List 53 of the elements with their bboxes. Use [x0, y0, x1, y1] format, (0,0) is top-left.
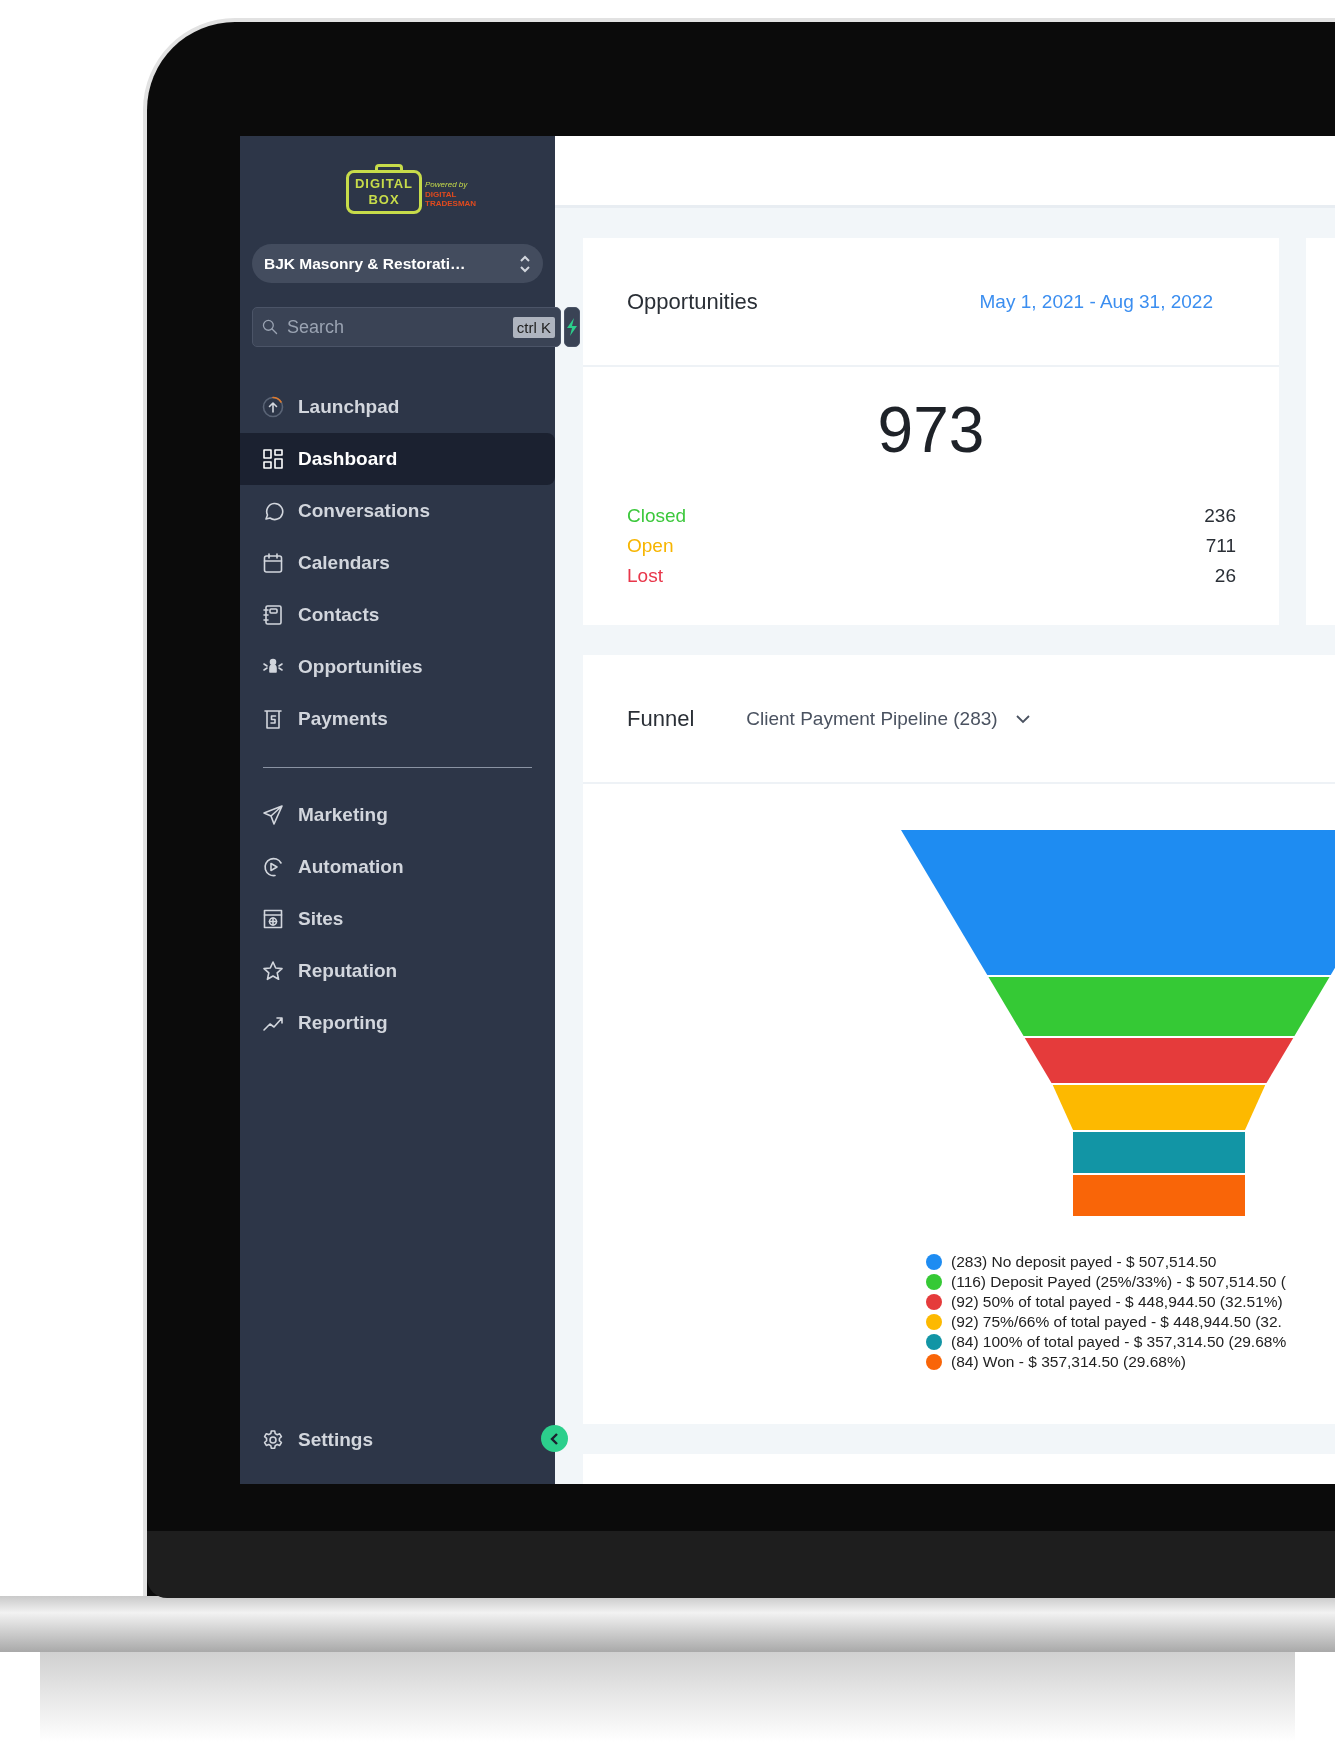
nav-item[interactable]: Calendars — [240, 537, 555, 589]
shortcut-hint: ctrl K — [512, 316, 555, 338]
logo-tagline: Powered by — [425, 180, 469, 190]
total-count: 973 — [876, 393, 986, 467]
nav-item[interactable]: Payments — [240, 693, 555, 745]
collapse-button[interactable] — [541, 1425, 568, 1453]
settings-icon — [262, 1429, 284, 1452]
chevron-left-icon — [549, 1431, 560, 1446]
calendar-icon — [262, 552, 284, 574]
search-field[interactable]: Search — [285, 315, 507, 339]
legend-label: (92) 75%/66% of total payed - $ 448,944.50 (32. — [951, 1312, 1282, 1332]
legend-label: (84) Won - $ 357,314.50 (29.68%) — [951, 1352, 1186, 1372]
nav-item[interactable]: Marketing — [240, 789, 555, 841]
nav-item[interactable]: Reporting — [240, 997, 555, 1049]
quick-action-button[interactable] — [564, 307, 580, 347]
status-label: Open — [627, 534, 674, 558]
grid-icon — [262, 448, 284, 470]
nav-item[interactable]: Automation — [240, 841, 555, 893]
nav-item[interactable]: Reputation — [240, 945, 555, 997]
status-label: Closed — [627, 504, 687, 528]
legend-label: (116) Deposit Payed (25%/33%) - $ 507,514.50 ( — [951, 1272, 1286, 1292]
legend-label: (283) No deposit payed - $ 507,514.50 — [951, 1252, 1217, 1272]
paper-plane-icon — [262, 804, 284, 826]
nav-item[interactable]: Opportunities — [240, 641, 555, 693]
status-count: 711 — [1205, 534, 1236, 558]
chat-bubble-icon — [262, 500, 284, 522]
status-count: 26 — [1214, 564, 1236, 588]
nav-item[interactable]: Dashboard — [240, 433, 555, 485]
status-label: Lost — [627, 564, 663, 588]
card-title: Funnel — [627, 705, 695, 732]
nav-item[interactable]: Contacts — [240, 589, 555, 641]
play-circle-icon — [262, 856, 284, 878]
search-icon — [261, 318, 279, 336]
legend-label: (92) 50% of total payed - $ 448,944.50 (32.51%) — [951, 1292, 1283, 1312]
nav-item[interactable]: Conversations — [240, 485, 555, 537]
nav-item[interactable]: Sites — [240, 893, 555, 945]
lightning-icon — [565, 317, 579, 337]
website-icon — [262, 908, 284, 930]
star-icon — [262, 960, 284, 982]
nav-item[interactable]: Launchpad — [240, 381, 555, 433]
pipeline-dropdown[interactable]: Client Payment Pipeline (283) — [746, 707, 1030, 730]
receipt-icon — [262, 708, 284, 730]
search-box[interactable]: Search ctrl K — [252, 307, 561, 347]
legend-label: (84) 100% of total payed - $ 357,314.50 (29.68% — [951, 1332, 1287, 1352]
chevron-down-icon — [1015, 713, 1030, 724]
partner-logo-text: DIGITAL TRADESMAN — [425, 190, 477, 208]
status-count: 236 — [1204, 504, 1236, 528]
card-title: Opportunities — [627, 288, 758, 315]
account-switcher[interactable]: BJK Masonry & Restorati… — [252, 244, 543, 283]
logo-text: DIGITAL — [355, 176, 413, 192]
logo-text: BOX — [368, 192, 400, 208]
notebook-icon — [262, 604, 284, 626]
nav-item[interactable]: Settings — [240, 1414, 525, 1467]
